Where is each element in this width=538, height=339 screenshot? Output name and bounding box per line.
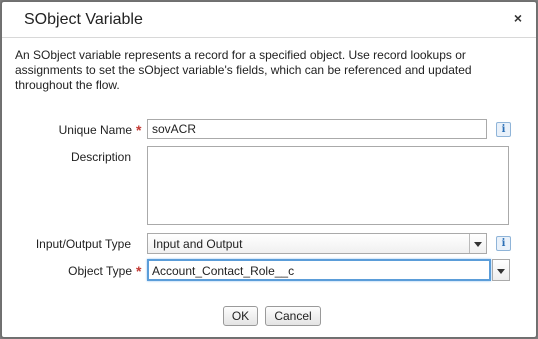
ok-button[interactable]: OK xyxy=(223,306,258,326)
info-icon[interactable]: i xyxy=(496,122,511,137)
required-marker: * xyxy=(136,263,142,279)
dialog-title: SObject Variable xyxy=(24,11,143,28)
cancel-button[interactable]: Cancel xyxy=(265,306,321,326)
dialog-header: SObject Variable × xyxy=(2,2,536,38)
info-icon[interactable]: i xyxy=(496,236,511,251)
dialog-description: An SObject variable represents a record … xyxy=(15,48,472,92)
sobject-variable-dialog: SObject Variable × An SObject variable r… xyxy=(1,1,537,338)
io-type-select[interactable]: Input and Output xyxy=(147,233,487,254)
unique-name-label: Unique Name xyxy=(58,123,132,137)
description-textarea[interactable] xyxy=(147,146,509,225)
unique-name-input[interactable]: sovACR xyxy=(147,119,487,139)
object-type-dropdown-button[interactable] xyxy=(492,259,510,281)
required-marker: * xyxy=(136,122,142,138)
chevron-down-icon xyxy=(497,269,505,274)
chevron-down-icon xyxy=(469,234,486,253)
object-type-input[interactable]: Account_Contact_Role__c xyxy=(147,259,491,281)
close-icon[interactable]: × xyxy=(511,9,525,27)
description-label: Description xyxy=(70,150,131,164)
object-type-label: Object Type xyxy=(68,264,132,278)
io-type-label: Input/Output Type xyxy=(35,237,131,251)
io-type-selected: Input and Output xyxy=(153,237,243,251)
